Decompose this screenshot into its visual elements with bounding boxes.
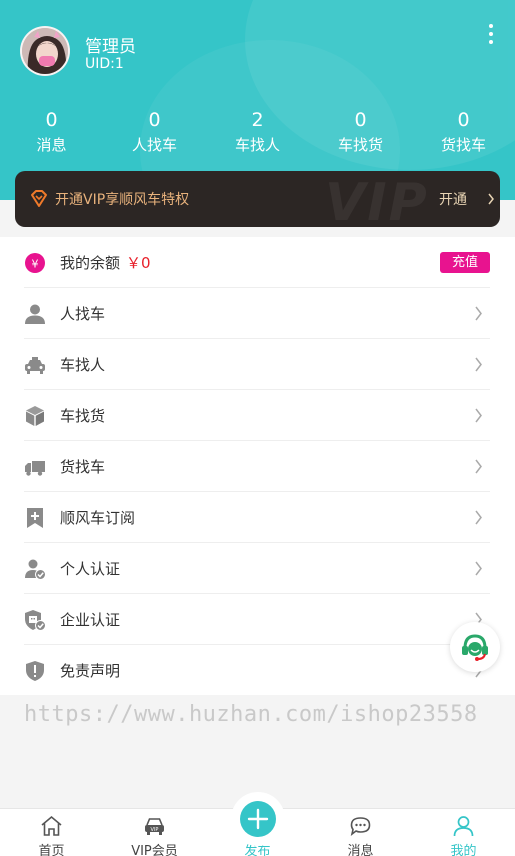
menu-item-cargo-find-car[interactable]: 货找车 — [24, 441, 490, 492]
stat-cargo-find-car[interactable]: 0 货找车 — [412, 108, 515, 156]
menu-item-disclaimer[interactable]: 免责声明 — [24, 645, 490, 696]
taxi-icon — [25, 357, 45, 374]
personal-verify-icon — [25, 559, 46, 580]
tab-messages[interactable]: 消息 — [309, 809, 412, 856]
balance-text: 我的余额 ￥0 — [60, 252, 151, 273]
menu-item-label: 车找货 — [60, 407, 106, 425]
subscribe-bookmark-icon — [27, 508, 43, 528]
menu-item-enterprise-verification[interactable]: 企业认证 — [24, 594, 490, 645]
tab-label: 我的 — [450, 844, 477, 856]
menu-item-label: 车找人 — [60, 356, 106, 374]
menu-item-personal-verification[interactable]: 个人认证 — [24, 543, 490, 594]
stat-label: 货找车 — [440, 136, 486, 154]
watermark-text: https://www.huzhan.com/ishop23558 — [24, 702, 478, 727]
menu-item-label: 个人认证 — [60, 560, 121, 578]
stats-bar: 0 消息 0 人找车 2 车找人 0 车找货 0 货找车 — [0, 108, 515, 156]
chevron-right-icon — [488, 193, 494, 205]
tab-label: 首页 — [38, 844, 65, 856]
home-icon — [41, 815, 62, 836]
tab-label: 消息 — [347, 844, 374, 856]
svg-text:VIP: VIP — [151, 827, 159, 833]
tab-mine[interactable]: 我的 — [412, 809, 515, 856]
menu-item-label: 货找车 — [60, 458, 106, 476]
menu-list: ¥ 我的余额 ￥0 充值 人找车 车找人 车找货 货找车 顺风车订阅 个人认证 … — [0, 237, 515, 695]
plus-icon — [247, 808, 269, 830]
chat-bubble-icon — [350, 817, 371, 836]
menu-item-person-find-car[interactable]: 人找车 — [24, 288, 490, 339]
menu-item-subscription[interactable]: 顺风车订阅 — [24, 492, 490, 543]
disclaimer-shield-icon — [26, 661, 44, 681]
menu-item-car-find-cargo[interactable]: 车找货 — [24, 390, 490, 441]
balance-row[interactable]: ¥ 我的余额 ￥0 充值 — [24, 237, 490, 288]
svg-text:¥: ¥ — [32, 258, 39, 271]
menu-item-car-find-person[interactable]: 车找人 — [24, 339, 490, 390]
vip-car-icon: VIP — [145, 818, 164, 835]
menu-item-label: 免责声明 — [60, 662, 121, 680]
stat-value: 0 — [148, 109, 161, 131]
headset-icon — [462, 634, 488, 661]
stat-value: 0 — [45, 109, 58, 131]
publish-button[interactable] — [231, 792, 285, 846]
tab-label: VIP会员 — [131, 844, 178, 856]
avatar-image — [22, 28, 68, 74]
stat-value: 2 — [251, 109, 264, 131]
chevron-right-icon — [475, 561, 482, 576]
balance-value: ￥0 — [126, 254, 151, 272]
menu-item-label: 人找车 — [60, 305, 106, 323]
person-icon — [25, 304, 45, 324]
recharge-button[interactable]: 充值 — [440, 252, 490, 273]
vip-promo-text: 开通VIP享顺风车特权 — [55, 192, 190, 208]
vip-open-button[interactable]: 开通 — [439, 189, 467, 209]
stat-label: 车找货 — [337, 136, 383, 154]
stat-label: 消息 — [36, 136, 67, 154]
more-options-icon[interactable] — [484, 24, 498, 48]
vip-banner[interactable]: VIP 开通VIP享顺风车特权 开通 — [15, 171, 500, 227]
customer-service-button[interactable] — [450, 622, 500, 672]
tab-vip[interactable]: VIP VIP会员 — [103, 809, 206, 856]
menu-item-label: 顺风车订阅 — [60, 509, 136, 527]
yen-coin-icon: ¥ — [25, 253, 45, 273]
menu-item-label: 企业认证 — [60, 611, 121, 629]
profile-header: 管理员 UID:1 0 消息 0 人找车 2 车找人 0 车找货 0 货找车 — [0, 0, 515, 200]
chevron-right-icon — [475, 306, 482, 321]
stat-label: 人找车 — [131, 136, 177, 154]
stat-value: 0 — [354, 109, 367, 131]
vip-diamond-icon — [31, 190, 47, 207]
cargo-box-icon — [26, 406, 44, 426]
chevron-right-icon — [475, 357, 482, 372]
user-icon — [453, 816, 474, 837]
stat-car-find-cargo[interactable]: 0 车找货 — [309, 108, 412, 156]
user-name: 管理员 — [85, 37, 136, 57]
stat-label: 车找人 — [234, 136, 280, 154]
stat-car-find-person[interactable]: 2 车找人 — [206, 108, 309, 156]
truck-icon — [25, 461, 45, 476]
vip-watermark: VIP — [325, 173, 429, 227]
tab-home[interactable]: 首页 — [0, 809, 103, 856]
balance-label: 我的余额 — [60, 254, 121, 272]
user-id: UID:1 — [85, 56, 124, 72]
stat-messages[interactable]: 0 消息 — [0, 108, 103, 156]
chevron-right-icon — [475, 510, 482, 525]
enterprise-verify-icon — [25, 610, 46, 631]
stat-value: 0 — [457, 109, 470, 131]
stat-person-find-car[interactable]: 0 人找车 — [103, 108, 206, 156]
avatar[interactable] — [20, 26, 70, 76]
chevron-right-icon — [475, 459, 482, 474]
chevron-right-icon — [475, 408, 482, 423]
publish-circle — [240, 801, 276, 837]
